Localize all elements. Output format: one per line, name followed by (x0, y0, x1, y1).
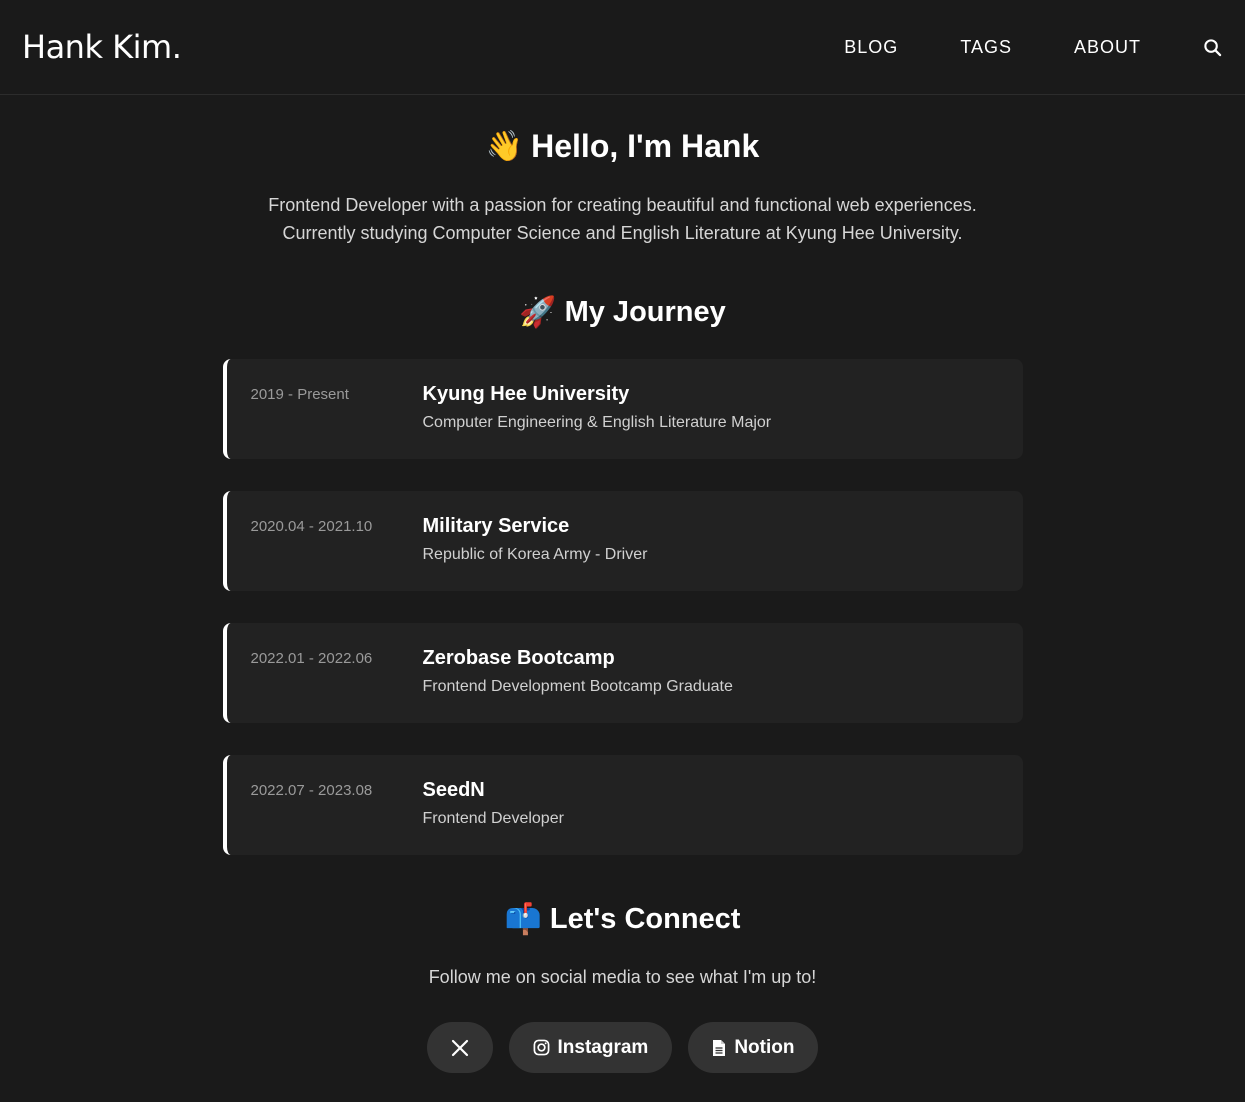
intro-text: Frontend Developer with a passion for cr… (268, 191, 976, 247)
timeline-date: 2022.01 - 2022.06 (250, 650, 373, 667)
timeline-body: SeedN Frontend Developer (423, 779, 564, 855)
connect-heading: 📫 Let's Connect (505, 899, 741, 939)
mailbox-icon: 📫 (504, 902, 542, 936)
intro-line: Frontend Developer with a passion for cr… (268, 195, 977, 215)
timeline-subtitle: Frontend Development Bootcamp Graduate (422, 678, 733, 695)
x-link-button[interactable] (426, 1022, 493, 1073)
nav-blog[interactable]: BLOG (844, 37, 898, 58)
document-icon (713, 1039, 726, 1056)
timeline-subtitle: Frontend Developer (422, 810, 564, 827)
hero-title: 👋 Hello, I'm Hank (486, 125, 759, 167)
timeline-title: Zerobase Bootcamp (422, 647, 615, 669)
timeline-body: Kyung Hee University Computer Engineerin… (423, 383, 772, 459)
timeline-subtitle: Republic of Korea Army - Driver (422, 546, 648, 563)
notion-label: Notion (734, 1036, 795, 1058)
nav-about[interactable]: ABOUT (1074, 37, 1141, 58)
timeline-card: 2022.01 - 2022.06 Zerobase Bootcamp Fron… (222, 623, 1023, 723)
site-header: Hank Kim. BLOG TAGS ABOUT (0, 0, 1245, 95)
timeline-date: 2020.04 - 2021.10 (250, 518, 373, 535)
notion-link-button[interactable]: Notion (688, 1022, 819, 1073)
connect-text: Follow me on social media to see what I'… (428, 967, 817, 987)
connect-heading-text: Let's Connect (549, 902, 741, 935)
social-links: Instagram Notion (426, 1022, 819, 1073)
journey-timeline: 2019 - Present Kyung Hee University Comp… (222, 359, 1023, 887)
journey-heading: 🚀 My Journey (519, 292, 726, 332)
main-nav: BLOG TAGS ABOUT (844, 36, 1223, 58)
instagram-icon (533, 1039, 549, 1056)
timeline-title: Kyung Hee University (422, 383, 630, 405)
instagram-label: Instagram (557, 1036, 649, 1058)
waving-hand-icon: 👋 (485, 129, 524, 163)
timeline-card: 2019 - Present Kyung Hee University Comp… (222, 359, 1023, 459)
nav-tags[interactable]: TAGS (960, 37, 1012, 58)
search-icon (1203, 38, 1221, 56)
timeline-card: 2022.07 - 2023.08 SeedN Frontend Develop… (222, 755, 1023, 855)
rocket-icon: 🚀 (519, 295, 557, 329)
instagram-link-button[interactable]: Instagram (508, 1022, 673, 1073)
timeline-date: 2022.07 - 2023.08 (250, 782, 373, 799)
journey-heading-text: My Journey (564, 295, 726, 328)
x-logo-icon (451, 1039, 468, 1056)
timeline-subtitle: Computer Engineering & English Literatur… (422, 414, 772, 431)
search-button[interactable] (1201, 36, 1223, 58)
timeline-body: Zerobase Bootcamp Frontend Development B… (423, 647, 733, 723)
timeline-title: SeedN (422, 779, 485, 801)
main-content: 👋 Hello, I'm Hank Frontend Developer wit… (0, 95, 1245, 1073)
timeline-date: 2019 - Present (250, 386, 349, 403)
timeline-title: Military Service (422, 515, 570, 537)
hero-title-text: Hello, I'm Hank (531, 127, 760, 164)
timeline-card: 2020.04 - 2021.10 Military Service Repub… (222, 491, 1023, 591)
site-logo[interactable]: Hank Kim. (22, 28, 182, 66)
intro-line: Currently studying Computer Science and … (282, 223, 963, 243)
timeline-body: Military Service Republic of Korea Army … (423, 515, 648, 591)
